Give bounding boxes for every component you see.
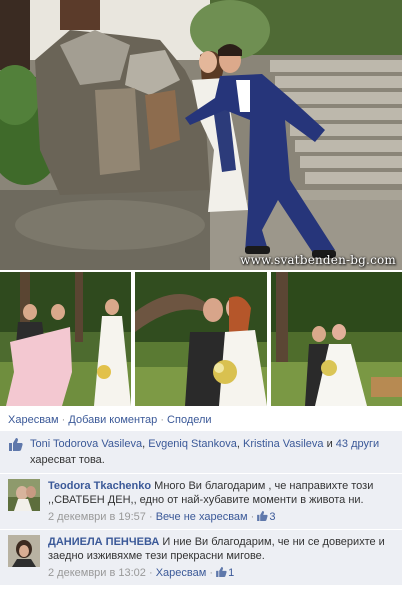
photo-thumbnails bbox=[0, 272, 402, 406]
meta-separator: · bbox=[250, 511, 255, 523]
main-wedding-photo[interactable]: www.svatbenden-bg.com bbox=[0, 0, 402, 270]
comment-timestamp[interactable]: 2 декември в 13:02 bbox=[48, 567, 146, 579]
thumbnail-photo-1[interactable] bbox=[0, 272, 131, 406]
liker-link[interactable]: Toni Todorova Vasileva bbox=[30, 438, 142, 450]
actions-separator: · bbox=[160, 414, 164, 426]
facebook-photo-post: www.svatbenden-bg.com Харесвам · Добави … bbox=[0, 0, 402, 593]
comment-meta: 2 декември в 13:02 · Харесвам · 1 bbox=[48, 566, 394, 580]
photo-watermark: www.svatbenden-bg.com bbox=[240, 253, 396, 267]
avatar-illustration bbox=[8, 535, 40, 567]
thumbnail-2-illustration bbox=[135, 272, 267, 406]
other-likers-link[interactable]: 43 други bbox=[336, 438, 379, 450]
avatar-illustration bbox=[8, 479, 40, 511]
main-photo-illustration bbox=[0, 0, 402, 270]
liker-link[interactable]: Kristina Vasileva bbox=[243, 438, 324, 450]
comment-like-count[interactable]: 1 bbox=[216, 567, 234, 579]
actions-separator: · bbox=[61, 414, 66, 426]
like-count-value: 1 bbox=[228, 567, 235, 579]
comment-item: ДАНИЕЛА ПЕНЧЕВА И ние Ви благодарим, че … bbox=[0, 530, 402, 586]
thumbnail-3-illustration bbox=[271, 272, 402, 406]
add-comment-button[interactable]: Добави коментар bbox=[68, 414, 157, 426]
thumbnail-1-illustration bbox=[0, 272, 131, 406]
likes-suffix: харесват това. bbox=[30, 454, 105, 466]
like-comment-button[interactable]: Харесвам bbox=[156, 567, 207, 579]
thumbnail-photo-3[interactable] bbox=[271, 272, 402, 406]
comment-author[interactable]: Teodora Tkachenko bbox=[48, 480, 151, 492]
avatar[interactable] bbox=[8, 479, 40, 511]
comment-body: ДАНИЕЛА ПЕНЧЕВА И ние Ви благодарим, че … bbox=[48, 535, 394, 563]
meta-separator: · bbox=[148, 511, 153, 523]
meta-separator: · bbox=[148, 567, 153, 579]
thumbnail-photo-2[interactable] bbox=[135, 272, 267, 406]
meta-separator: · bbox=[209, 567, 214, 579]
like-count-value: 3 bbox=[269, 511, 276, 523]
comment-like-count[interactable]: 3 bbox=[257, 511, 276, 523]
comment-body: Teodora Tkachenko Много Ви благодарим , … bbox=[48, 479, 394, 507]
avatar[interactable] bbox=[8, 535, 40, 567]
unlike-comment-button[interactable]: Вече не харесвам bbox=[156, 511, 248, 523]
post-actions: Харесвам · Добави коментар · Сподели bbox=[8, 414, 212, 428]
comment-author[interactable]: ДАНИЕЛА ПЕНЧЕВА bbox=[48, 536, 159, 548]
comment-meta: 2 декември в 19:57 · Вече не харесвам · … bbox=[48, 510, 394, 524]
share-button[interactable]: Сподели bbox=[167, 414, 212, 426]
comment-timestamp[interactable]: 2 декември в 19:57 bbox=[48, 511, 146, 523]
liker-link[interactable]: Evgeniq Stankova bbox=[148, 438, 237, 450]
like-button[interactable]: Харесвам bbox=[8, 414, 59, 426]
comment-item: Teodora Tkachenko Много Ви благодарим , … bbox=[0, 474, 402, 530]
feedback-box: Toni Todorova Vasileva, Evgeniq Stankova… bbox=[0, 431, 402, 586]
thumbs-up-icon bbox=[9, 438, 23, 451]
thumbs-up-icon bbox=[216, 567, 227, 577]
likes-summary: Toni Todorova Vasileva, Evgeniq Stankova… bbox=[0, 431, 402, 474]
likes-and: и bbox=[323, 438, 336, 450]
thumbs-up-icon bbox=[257, 511, 269, 521]
